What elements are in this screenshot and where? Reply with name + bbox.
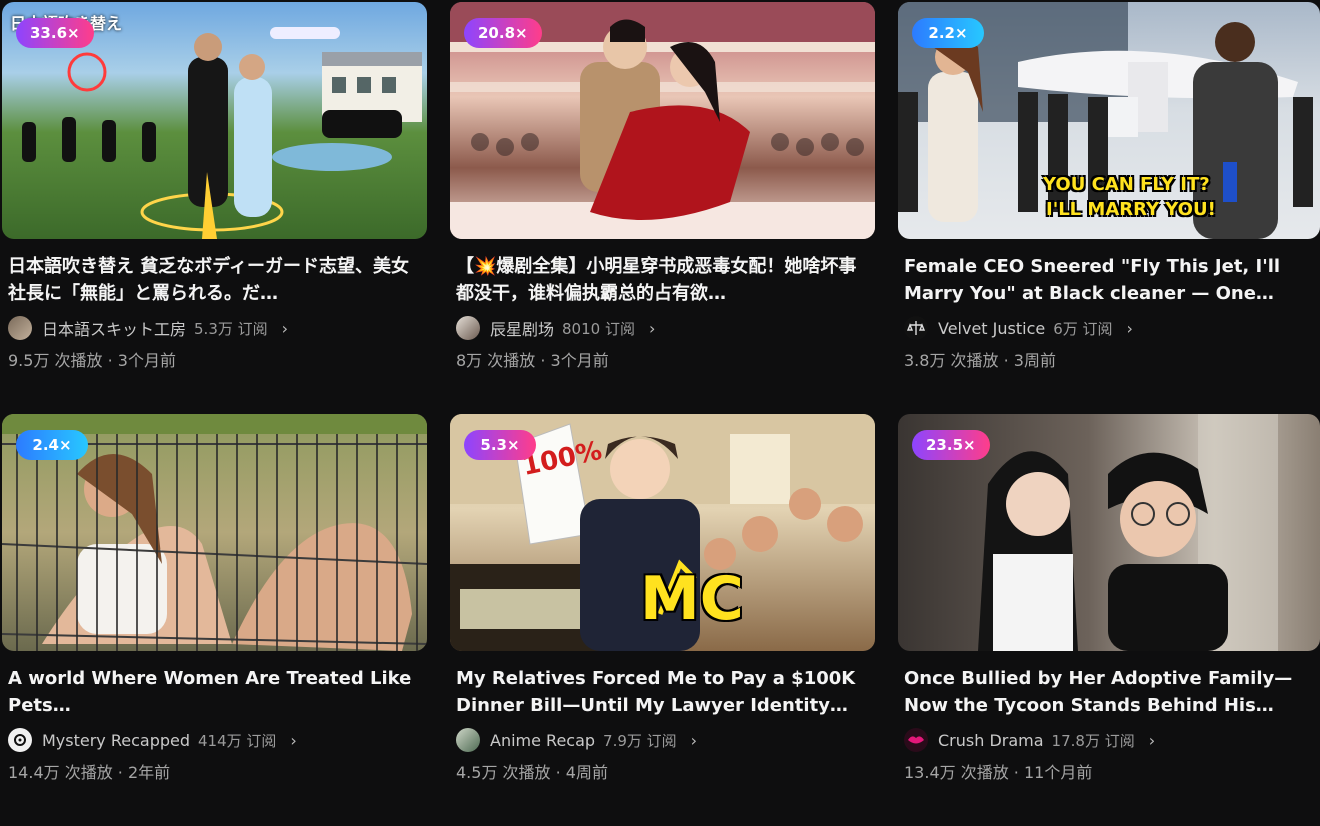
channel-name[interactable]: 日本語スキット工房 (42, 316, 186, 340)
channel-name[interactable]: Anime Recap (490, 731, 595, 750)
avatar[interactable] (456, 728, 480, 752)
view-stats: 13.4万 次播放 · 11个月前 (904, 763, 1093, 782)
video-card[interactable]: 100% MC 5.3× My Relatives Forced Me to P… (450, 414, 875, 826)
video-thumbnail[interactable]: 100% MC 5.3× (450, 414, 875, 651)
scales-icon (907, 321, 925, 335)
view-stats: 8万 次播放 · 3个月前 (456, 351, 609, 370)
video-thumbnail[interactable]: 日本語吹き替え 33.6× (2, 2, 427, 239)
chevron-right-icon[interactable]: › (691, 731, 697, 750)
video-title[interactable]: My Relatives Forced Me to Pay a $100K Di… (456, 665, 869, 719)
view-stats: 14.4万 次播放 · 2年前 (8, 763, 171, 782)
multiplier-badge: 5.3× (464, 430, 536, 460)
video-thumbnail[interactable]: YOU CAN FLY IT? I'LL MARRY YOU! 2.2× (898, 2, 1320, 239)
avatar[interactable] (8, 728, 32, 752)
channel-name[interactable]: Mystery Recapped (42, 731, 190, 750)
video-card[interactable]: YOU CAN FLY IT? I'LL MARRY YOU! 2.2× Fem… (898, 2, 1320, 414)
subscriber-count: 8010 订阅 (562, 319, 635, 338)
subscriber-count: 17.8万 订阅 (1051, 731, 1135, 750)
avatar[interactable] (456, 316, 480, 340)
video-thumbnail[interactable]: 2.4× (2, 414, 427, 651)
channel-row[interactable]: 辰星剧场 8010 订阅 › (456, 315, 869, 341)
channel-row[interactable]: Anime Recap 7.9万 订阅 › (456, 727, 869, 753)
thumbnail-caption-1: YOU CAN FLY IT? (1043, 174, 1210, 195)
chevron-right-icon[interactable]: › (290, 731, 296, 750)
channel-name[interactable]: Velvet Justice (938, 319, 1045, 338)
avatar[interactable] (904, 316, 928, 340)
multiplier-badge: 2.2× (912, 18, 984, 48)
view-stats: 4.5万 次播放 · 4周前 (456, 763, 608, 782)
video-card[interactable]: 2.4× A world Where Women Are Treated Lik… (2, 414, 427, 826)
video-grid: 日本語吹き替え 33.6× 日本語吹き替え 貧乏なボディーガード志望、美女社長に… (0, 0, 1320, 826)
chevron-right-icon[interactable]: › (649, 319, 655, 338)
video-card[interactable]: 20.8× 【💥爆剧全集】小明星穿书成恶毒女配！她啥坏事都没干，谁料偏执霸总的占… (450, 2, 875, 414)
channel-row[interactable]: 日本語スキット工房 5.3万 订阅 › (8, 315, 421, 341)
video-card[interactable]: 日本語吹き替え 33.6× 日本語吹き替え 貧乏なボディーガード志望、美女社長に… (2, 2, 427, 414)
avatar[interactable] (8, 316, 32, 340)
video-title[interactable]: 【💥爆剧全集】小明星穿书成恶毒女配！她啥坏事都没干，谁料偏执霸总的占有欲… (456, 253, 869, 307)
subscriber-count: 6万 订阅 (1053, 319, 1113, 338)
multiplier-badge: 33.6× (16, 18, 94, 48)
channel-name[interactable]: Crush Drama (938, 731, 1044, 750)
multiplier-badge: 20.8× (464, 18, 542, 48)
spiral-icon (14, 734, 26, 746)
video-title[interactable]: Once Bullied by Her Adoptive Family—Now … (904, 665, 1314, 719)
video-thumbnail[interactable]: 23.5× (898, 414, 1320, 651)
view-stats: 9.5万 次播放 · 3个月前 (8, 351, 176, 370)
thumbnail-caption-2: MC (640, 564, 744, 634)
video-card[interactable]: 23.5× Once Bullied by Her Adoptive Famil… (898, 414, 1320, 826)
chevron-right-icon[interactable]: › (1127, 319, 1133, 338)
subscriber-count: 7.9万 订阅 (603, 731, 677, 750)
video-title[interactable]: 日本語吹き替え 貧乏なボディーガード志望、美女社長に「無能」と罵られる。だ… (8, 253, 421, 307)
video-title[interactable]: Female CEO Sneered "Fly This Jet, I'll M… (904, 253, 1314, 307)
thumbnail-caption-2: I'LL MARRY YOU! (1046, 199, 1216, 220)
lips-icon (908, 736, 924, 744)
channel-row[interactable]: Velvet Justice 6万 订阅 › (904, 315, 1314, 341)
channel-row[interactable]: Crush Drama 17.8万 订阅 › (904, 727, 1314, 753)
subscriber-count: 414万 订阅 (198, 731, 277, 750)
subscriber-count: 5.3万 订阅 (194, 319, 268, 338)
channel-name[interactable]: 辰星剧场 (490, 316, 554, 340)
avatar[interactable] (904, 728, 928, 752)
view-stats: 3.8万 次播放 · 3周前 (904, 351, 1056, 370)
video-title[interactable]: A world Where Women Are Treated Like Pet… (8, 665, 421, 719)
multiplier-badge: 2.4× (16, 430, 88, 460)
multiplier-badge: 23.5× (912, 430, 990, 460)
chevron-right-icon[interactable]: › (282, 319, 288, 338)
chevron-right-icon[interactable]: › (1149, 731, 1155, 750)
video-thumbnail[interactable]: 20.8× (450, 2, 875, 239)
channel-row[interactable]: Mystery Recapped 414万 订阅 › (8, 727, 421, 753)
